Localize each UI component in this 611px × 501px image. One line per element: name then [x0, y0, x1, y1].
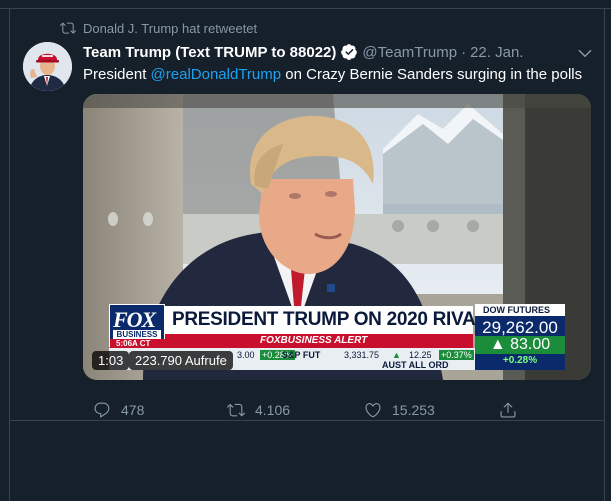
header-separator: · — [461, 43, 467, 61]
video-player[interactable]: FOX BUSINESS 5:06A CT PRESIDENT TRUMP ON… — [83, 94, 591, 380]
ticker-value-b: 3,331.75 — [344, 350, 380, 360]
heart-icon — [365, 403, 381, 418]
tweet-text-suffix: on Crazy Bernie Sanders surging in the p… — [281, 66, 583, 83]
news-headline: PRESIDENT TRUMP ON 2020 RIVALS — [165, 306, 499, 334]
ticker-pct-b: +0.37% — [439, 350, 474, 360]
dow-futures-label: DOW FUTURES — [475, 304, 565, 316]
retweet-count: 4.106 — [255, 402, 291, 418]
share-button[interactable] — [499, 400, 527, 420]
retweet-context-label[interactable]: Donald J. Trump hat retweetet — [83, 21, 257, 36]
dow-futures-pct: +0.28% — [502, 355, 538, 366]
author-name[interactable]: Team Trump (Text TRUMP to 88022) — [83, 44, 336, 61]
chevron-down-icon[interactable] — [576, 44, 594, 62]
ticker-arrow-b: ▲ — [392, 350, 401, 360]
reply-count: 478 — [121, 402, 145, 418]
retweet-icon — [60, 22, 76, 34]
share-icon — [500, 402, 516, 418]
ticker-change-b: 12.25 — [409, 350, 432, 360]
tweet-text-prefix: President — [83, 66, 151, 83]
video-view-count: 223.790 Aufrufe — [129, 351, 233, 370]
ticker-label-c: AUST ALL ORD — [382, 360, 449, 370]
news-alert-bar: FOXBUSINESS ALERT — [165, 334, 473, 348]
verified-badge-icon — [341, 44, 358, 60]
author-handle[interactable]: @TeamTrump — [362, 44, 457, 61]
avatar[interactable] — [23, 42, 72, 91]
ticker-value-a: 3.00 — [237, 350, 255, 360]
tweet[interactable]: Donald J. Trump hat retweetet Team Trump… — [10, 10, 604, 420]
tweet-date[interactable]: 22. Jan. — [470, 44, 523, 61]
news-alert-text: FOXBUSINESS ALERT — [260, 335, 368, 346]
video-timestamp: 1:03 — [92, 351, 130, 370]
dow-futures-change: ▲ 83.00 — [475, 336, 565, 354]
tweet-actions: 478 4.106 15.253 — [83, 400, 523, 420]
dow-futures-box: DOW FUTURES 29,262.00 ▲ 83.00 +0.28% — [475, 304, 565, 370]
mention-link[interactable]: @realDonaldTrump — [151, 66, 282, 83]
like-count: 15.253 — [392, 402, 435, 418]
right-divider — [604, 9, 605, 501]
ticker-label-b: S&P FUT — [282, 350, 321, 360]
dow-futures-value: 29,262.00 — [482, 318, 558, 337]
reply-button[interactable]: 478 — [93, 400, 144, 420]
tweet-header: Team Trump (Text TRUMP to 88022) @TeamTr… — [83, 42, 523, 62]
retweet-button[interactable]: 4.106 — [227, 400, 290, 420]
retweet-icon — [227, 403, 245, 417]
avatar-image — [23, 42, 72, 91]
fox-business-logo: FOX BUSINESS 5:06A CT — [109, 304, 166, 349]
reply-icon — [94, 402, 110, 418]
top-divider — [0, 0, 611, 9]
tweet-divider — [10, 420, 604, 421]
tweet-text: President @realDonaldTrump on Crazy Bern… — [83, 66, 582, 83]
like-button[interactable]: 15.253 — [364, 400, 435, 420]
